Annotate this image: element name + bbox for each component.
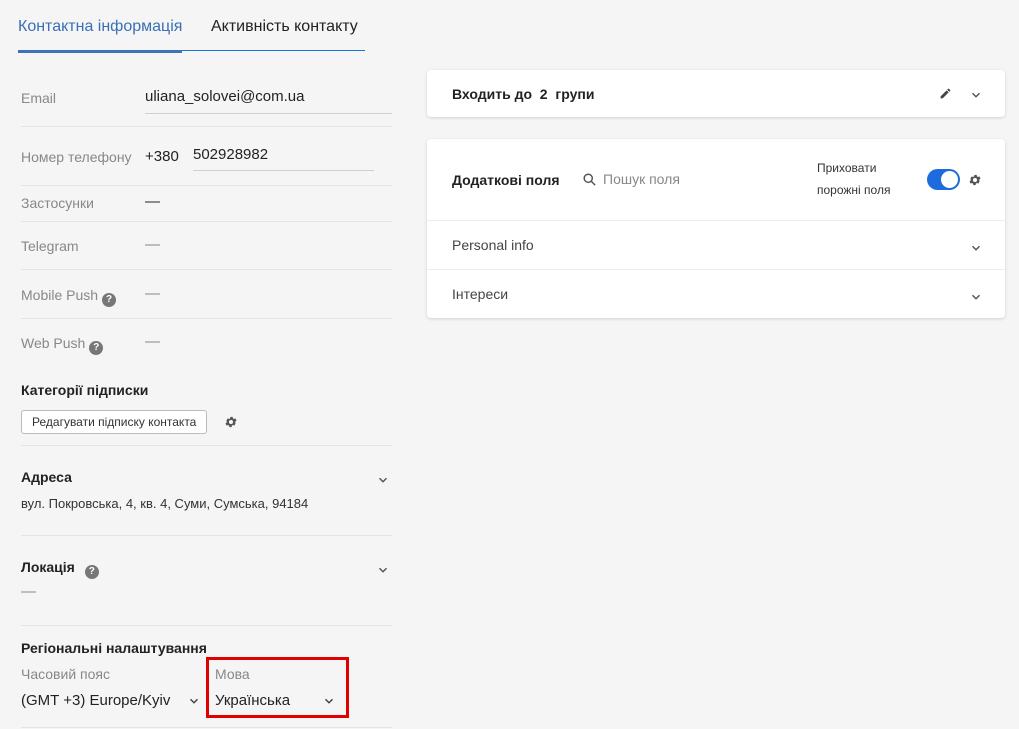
email-underline	[145, 113, 392, 114]
field-search-input[interactable]: Пошук поля	[603, 171, 680, 187]
telegram-label: Telegram	[21, 238, 79, 254]
groups-prefix: Входить до	[452, 86, 533, 102]
address-title: Адреса	[21, 469, 72, 485]
pencil-icon[interactable]	[939, 87, 952, 100]
apps-value: —	[145, 193, 160, 210]
email-input[interactable]: uliana_solovei@com.ua	[145, 88, 305, 105]
timezone-select[interactable]: (GMT +3) Europe/Kyiv	[21, 692, 170, 709]
edit-subscription-button[interactable]: Редагувати підписку контакта	[21, 410, 208, 434]
hide-empty-label: Приховати порожні поля	[817, 157, 890, 201]
divider	[21, 727, 392, 728]
section-personal-info[interactable]: Personal info	[452, 237, 534, 253]
address-value: вул. Покровська, 4, кв. 4, Суми, Сумська…	[21, 496, 309, 511]
phone-input[interactable]: 502928982	[193, 146, 268, 163]
location-title-text: Локація	[21, 559, 75, 575]
gear-icon[interactable]	[224, 415, 238, 429]
location-value: —	[21, 583, 36, 600]
help-icon[interactable]: ?	[89, 341, 104, 355]
mobile-push-value: —	[145, 285, 160, 302]
regional-title: Регіональні налаштування	[21, 640, 207, 656]
groups-suffix: групи	[555, 86, 595, 102]
mobile-push-label-text: Mobile Push	[21, 287, 99, 303]
chevron-down-icon[interactable]	[376, 563, 390, 577]
divider	[21, 625, 392, 626]
tab-contact-info[interactable]: Контактна інформація	[18, 18, 183, 53]
divider	[21, 535, 392, 536]
divider	[21, 126, 392, 127]
search-icon	[583, 173, 596, 186]
hide-empty-label-line2: порожні поля	[817, 183, 891, 197]
chevron-down-icon[interactable]	[376, 473, 390, 487]
groups-count: 2	[539, 86, 548, 102]
tab-contact-activity[interactable]: Активність контакту	[211, 18, 358, 36]
extra-fields-card: Додаткові поля Пошук поля Приховати поро…	[427, 139, 1005, 318]
divider	[21, 269, 392, 270]
mobile-push-label: Mobile Push?	[21, 287, 117, 307]
divider	[21, 318, 392, 319]
language-highlight-box	[206, 657, 349, 718]
location-title: Локація?	[21, 559, 99, 579]
chevron-down-icon[interactable]	[969, 241, 983, 255]
web-push-label-text: Web Push	[21, 335, 86, 351]
help-icon[interactable]: ?	[102, 293, 117, 307]
divider	[21, 185, 392, 186]
tab-bar: Контактна інформація Активність контакту	[18, 0, 365, 53]
chevron-down-icon[interactable]	[187, 694, 201, 708]
chevron-down-icon[interactable]	[969, 290, 983, 304]
phone-underline	[193, 170, 374, 171]
divider	[21, 445, 392, 446]
hide-empty-toggle[interactable]	[927, 169, 960, 190]
phone-code[interactable]: +380	[145, 148, 179, 165]
section-interests[interactable]: Інтереси	[452, 286, 508, 302]
extra-fields-title: Додаткові поля	[452, 172, 560, 188]
timezone-label: Часовий пояс	[21, 666, 110, 682]
phone-label: Номер телефону	[21, 149, 132, 165]
groups-card: Входить до 2 групи	[427, 70, 1005, 117]
subscription-title: Категорії підписки	[21, 382, 149, 398]
chevron-down-icon[interactable]	[969, 88, 983, 102]
groups-title: Входить до 2 групи	[452, 86, 594, 102]
divider	[427, 220, 1005, 221]
apps-label: Застосунки	[21, 195, 94, 211]
telegram-value: —	[145, 236, 160, 253]
web-push-label: Web Push?	[21, 335, 104, 355]
hide-empty-label-line1: Приховати	[817, 161, 877, 175]
web-push-value: —	[145, 333, 160, 350]
divider	[427, 269, 1005, 270]
help-icon[interactable]: ?	[84, 565, 99, 579]
gear-icon[interactable]	[968, 173, 982, 187]
divider	[21, 221, 392, 222]
email-label: Email	[21, 90, 57, 106]
